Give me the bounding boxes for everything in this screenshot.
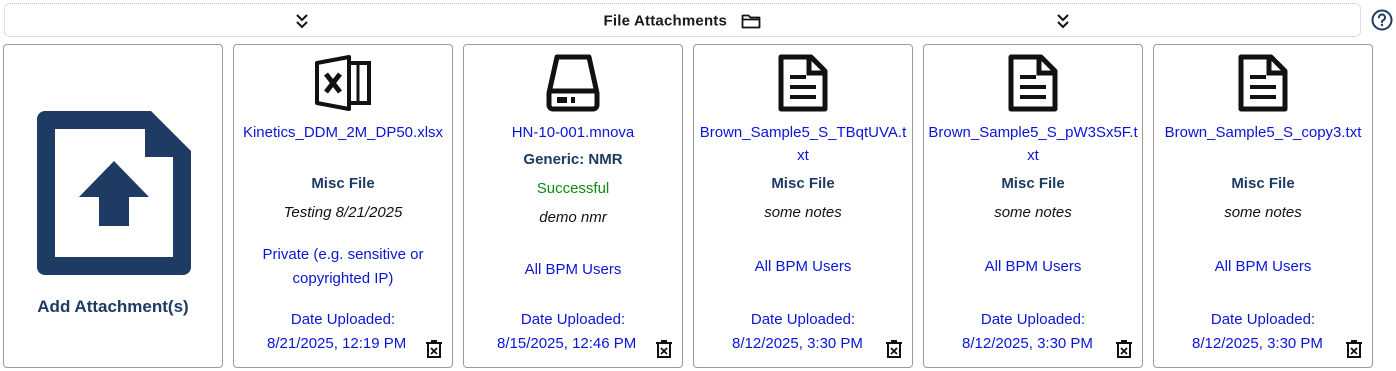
file-access-link[interactable]: All BPM Users: [932, 255, 1134, 279]
file-access-link[interactable]: All BPM Users: [702, 255, 904, 279]
date-uploaded-value[interactable]: 8/21/2025, 12:19 PM: [267, 335, 406, 352]
date-uploaded-value[interactable]: 8/12/2025, 3:30 PM: [732, 335, 863, 352]
file-name-link[interactable]: HN-10-001.mnova: [468, 121, 678, 144]
attachment-card: Kinetics_DDM_2M_DP50.xlsx Misc File Test…: [233, 44, 453, 368]
delete-icon[interactable]: [1115, 339, 1133, 359]
delete-icon[interactable]: [1345, 339, 1363, 359]
file-type: Misc File: [1231, 175, 1295, 192]
date-uploaded-label[interactable]: Date Uploaded:: [464, 311, 682, 328]
delete-icon[interactable]: [655, 339, 673, 359]
add-attachment-label[interactable]: Add Attachment(s): [4, 297, 222, 317]
delete-icon[interactable]: [425, 339, 443, 359]
file-type: Misc File: [1001, 175, 1065, 192]
file-type: Misc File: [771, 175, 835, 192]
file-name-link[interactable]: Brown_Sample5_S_copy3.txt: [1158, 121, 1368, 144]
file-type: Misc File: [311, 175, 375, 192]
file-name-link[interactable]: Brown_Sample5_S_TBqtUVA.txt: [698, 121, 908, 167]
attachments-title: File Attachments: [5, 12, 1360, 30]
attachments-title-text: File Attachments: [603, 12, 728, 30]
file-upload-icon[interactable]: [37, 111, 191, 325]
file-type: Generic: NMR: [523, 151, 623, 168]
file-access-link[interactable]: Private (e.g. sensitive or copyrighted I…: [242, 243, 444, 291]
file-name-link[interactable]: Brown_Sample5_S_pW3Sx5F.txt: [928, 121, 1138, 167]
folder-open-icon: [742, 14, 761, 29]
hard-drive-icon[interactable]: [545, 53, 601, 113]
file-note: Testing 8/21/2025: [283, 204, 403, 221]
attachment-card: Brown_Sample5_S_copy3.txt Misc File some…: [1153, 44, 1373, 368]
file-note: demo nmr: [539, 209, 607, 226]
file-access-link[interactable]: All BPM Users: [472, 258, 674, 282]
chevron-double-down-icon[interactable]: [1055, 12, 1071, 30]
file-note: some notes: [994, 204, 1072, 221]
attachments-header[interactable]: File Attachments: [4, 3, 1361, 37]
attachment-card: Brown_Sample5_S_pW3Sx5F.txt Misc File so…: [923, 44, 1143, 368]
file-note: some notes: [1224, 204, 1302, 221]
excel-file-icon[interactable]: [313, 53, 373, 113]
help-circle-icon[interactable]: [1371, 9, 1393, 31]
date-uploaded-label[interactable]: Date Uploaded:: [234, 311, 452, 328]
file-name-link[interactable]: Kinetics_DDM_2M_DP50.xlsx: [238, 121, 448, 144]
date-uploaded-value[interactable]: 8/12/2025, 3:30 PM: [1192, 335, 1323, 352]
delete-icon[interactable]: [885, 339, 903, 359]
date-uploaded-label[interactable]: Date Uploaded:: [694, 311, 912, 328]
date-uploaded-label[interactable]: Date Uploaded:: [924, 311, 1142, 328]
date-uploaded-value[interactable]: 8/15/2025, 12:46 PM: [497, 335, 636, 352]
file-access-link[interactable]: All BPM Users: [1162, 255, 1364, 279]
text-file-icon[interactable]: [1237, 53, 1289, 113]
add-attachment-card[interactable]: Add Attachment(s): [3, 44, 223, 368]
text-file-icon[interactable]: [1007, 53, 1059, 113]
text-file-icon[interactable]: [777, 53, 829, 113]
file-status: Successful: [536, 180, 610, 197]
attachment-card: Brown_Sample5_S_TBqtUVA.txt Misc File so…: [693, 44, 913, 368]
attachment-card: HN-10-001.mnova Generic: NMR Successful …: [463, 44, 683, 368]
date-uploaded-value[interactable]: 8/12/2025, 3:30 PM: [962, 335, 1093, 352]
file-note: some notes: [764, 204, 842, 221]
date-uploaded-label[interactable]: Date Uploaded:: [1154, 311, 1372, 328]
